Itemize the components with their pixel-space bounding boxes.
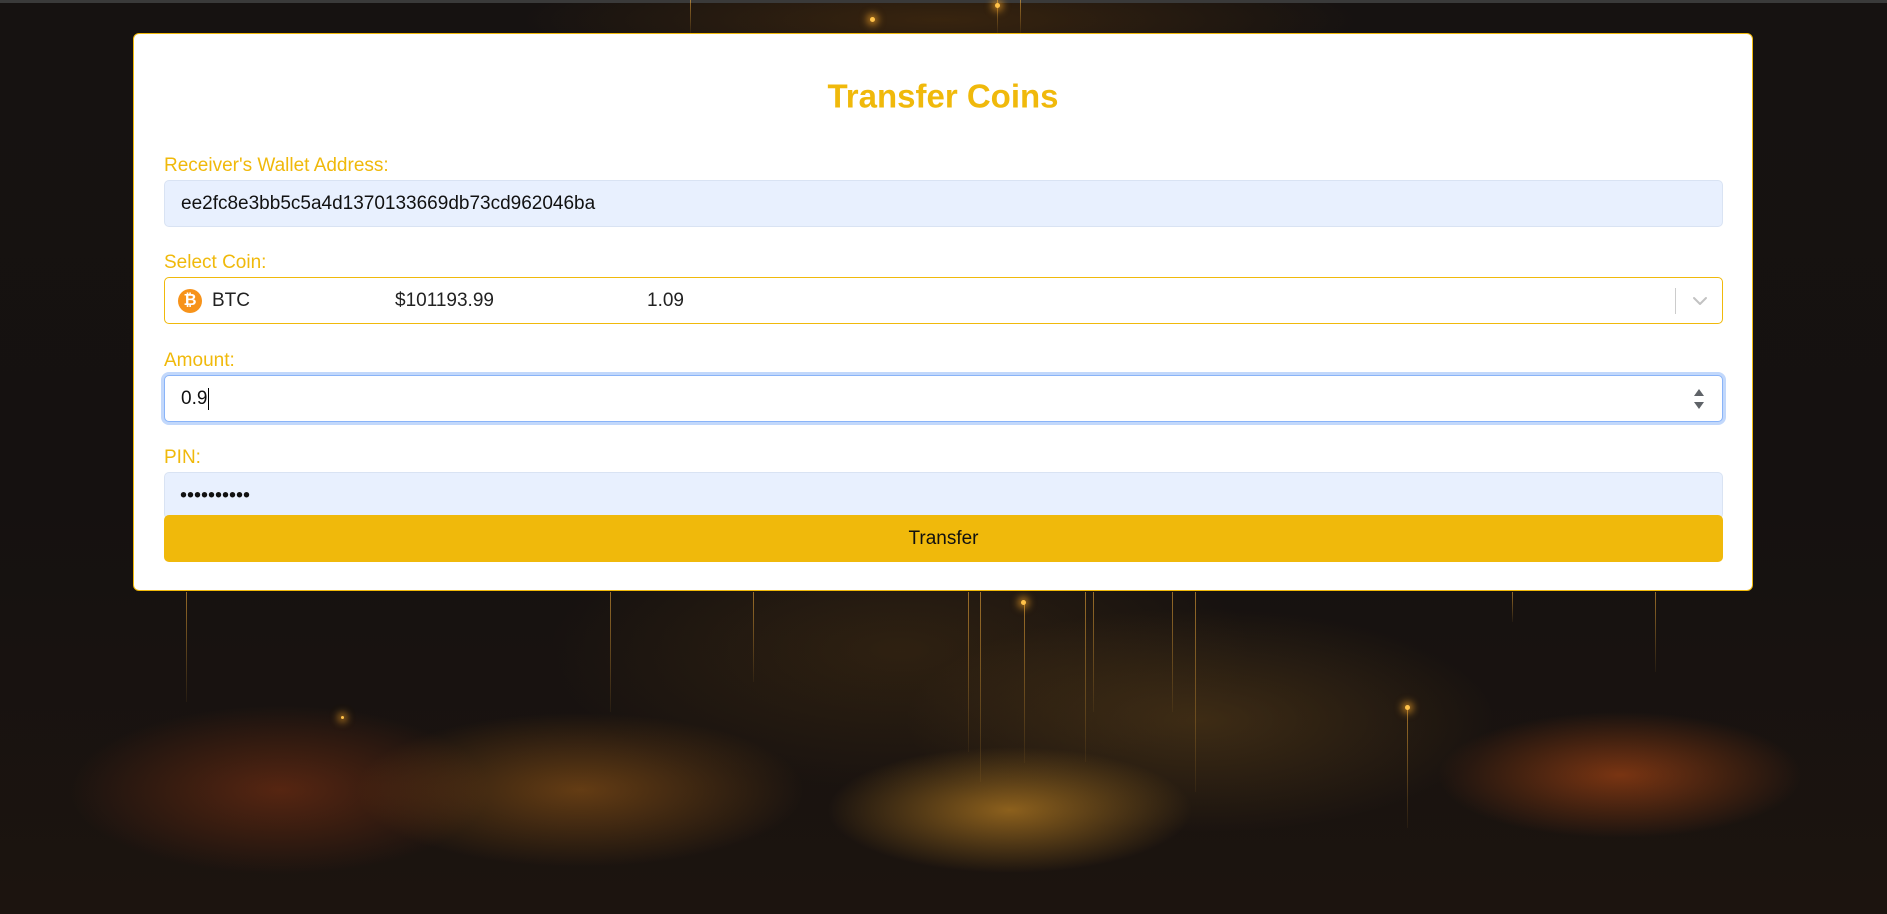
receiver-address-input[interactable]: ee2fc8e3bb5c5a4d1370133669db73cd962046ba <box>164 180 1723 227</box>
pin-label: PIN: <box>164 447 201 468</box>
receiver-label: Receiver's Wallet Address: <box>164 155 389 176</box>
select-divider <box>1675 288 1676 314</box>
bitcoin-icon: ₿ <box>178 288 202 313</box>
amount-input[interactable]: 0.9 <box>164 375 1723 422</box>
transfer-card: Transfer Coins Receiver's Wallet Address… <box>133 33 1753 591</box>
text-caret <box>208 387 210 410</box>
chevron-down-icon[interactable] <box>1688 289 1712 313</box>
amount-text: 0.9 <box>181 387 210 410</box>
amount-label: Amount: <box>164 350 235 371</box>
coin-label: Select Coin: <box>164 252 267 273</box>
coin-select[interactable]: ₿ BTC $101193.99 1.09 <box>164 277 1723 324</box>
page-title: Transfer Coins <box>827 77 1059 115</box>
coin-balance: 1.09 <box>647 289 684 311</box>
coin-price: $101193.99 <box>395 289 494 311</box>
pin-input[interactable]: •••••••••• <box>164 472 1723 519</box>
receiver-address-value: ee2fc8e3bb5c5a4d1370133669db73cd962046ba <box>181 192 596 214</box>
coin-symbol: BTC <box>212 289 250 311</box>
pin-masked-value: •••••••••• <box>180 484 251 506</box>
top-edge <box>0 0 1887 3</box>
amount-value: 0.9 <box>181 387 208 409</box>
transfer-button[interactable]: Transfer <box>164 515 1723 562</box>
number-spinner-icon[interactable] <box>1692 384 1706 414</box>
